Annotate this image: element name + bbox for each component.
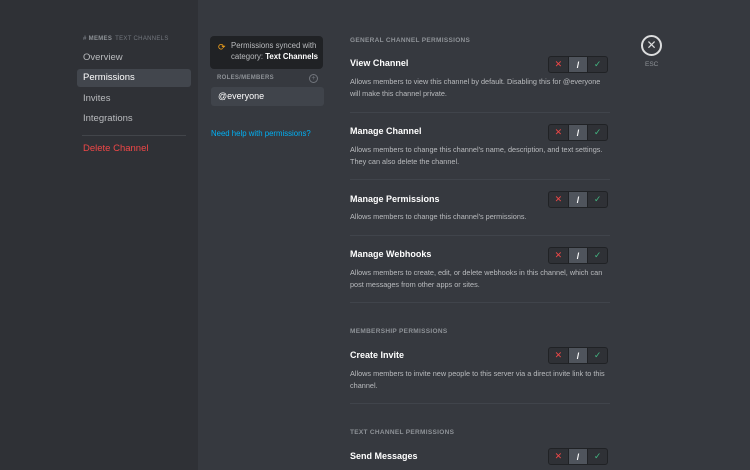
roles-header: ROLES/MEMBERS — [217, 75, 274, 81]
perm-toggle-manage-channel: ✕ / ✓ — [548, 124, 608, 141]
perm-name-manage-webhooks: Manage Webhooks — [350, 249, 432, 259]
sidebar-item-overview[interactable]: Overview — [77, 49, 191, 67]
hash-icon: # — [83, 36, 87, 42]
perm-desc-view-channel: Allows members to view this channel by d… — [350, 77, 601, 98]
channel-name: MEMES — [88, 36, 113, 42]
esc-label: ESC — [645, 61, 659, 68]
sidebar-item-delete-channel[interactable]: Delete Channel — [77, 140, 191, 158]
section-title-membership: MEMBERSHIP PERMISSIONS — [350, 328, 448, 335]
sync-category: Text Channels — [265, 51, 318, 61]
perm-toggle-view-channel: ✕ / ✓ — [548, 56, 608, 73]
neutral-icon[interactable]: / — [568, 57, 589, 72]
neutral-icon[interactable]: / — [568, 348, 589, 363]
sidebar-item-integrations[interactable]: Integrations — [77, 110, 191, 128]
perm-divider — [350, 403, 610, 404]
settings-sidebar: # MEMES TEXT CHANNELS Overview Permissions… — [0, 0, 198, 470]
perm-desc-manage-webhooks: Allows members to create, edit, or delet… — [350, 268, 603, 289]
deny-icon[interactable]: ✕ — [549, 449, 569, 464]
neutral-icon[interactable]: / — [568, 248, 589, 263]
perm-name-view-channel: View Channel — [350, 58, 409, 68]
neutral-icon[interactable]: / — [568, 449, 589, 464]
allow-icon[interactable]: ✓ — [588, 57, 607, 72]
allow-icon[interactable]: ✓ — [588, 125, 607, 140]
perm-name-manage-permissions: Manage Permissions — [350, 194, 440, 204]
deny-icon[interactable]: ✕ — [549, 348, 569, 363]
sidebar-divider — [82, 135, 186, 136]
channel-header: # MEMES TEXT CHANNELS — [83, 36, 169, 42]
perm-toggle-send-messages: ✕ / ✓ — [548, 448, 608, 465]
sync-icon: ⟳ — [218, 42, 226, 52]
channel-category: TEXT CHANNELS — [115, 36, 169, 42]
section-title-text-channel: TEXT CHANNEL PERMISSIONS — [350, 429, 455, 436]
allow-icon[interactable]: ✓ — [588, 449, 607, 464]
role-item-everyone[interactable]: @everyone — [211, 87, 324, 106]
perm-toggle-manage-webhooks: ✕ / ✓ — [548, 247, 608, 264]
perm-toggle-manage-permissions: ✕ / ✓ — [548, 191, 608, 208]
sync-notice: ⟳ Permissions synced with category: Text… — [210, 36, 323, 69]
perm-desc-manage-channel: Allows members to change this channel's … — [350, 145, 603, 166]
roles-panel: ⟳ Permissions synced with category: Text… — [198, 0, 338, 470]
perm-desc-manage-permissions: Allows members to change this channel's … — [350, 212, 527, 221]
deny-icon[interactable]: ✕ — [549, 192, 569, 207]
allow-icon[interactable]: ✓ — [588, 192, 607, 207]
perm-divider — [350, 235, 610, 236]
perm-desc-create-invite: Allows members to invite new people to t… — [350, 369, 605, 390]
perm-divider — [350, 179, 610, 180]
sidebar-item-invites[interactable]: Invites — [77, 90, 191, 108]
deny-icon[interactable]: ✕ — [549, 125, 569, 140]
perm-name-send-messages: Send Messages — [350, 451, 418, 461]
neutral-icon[interactable]: / — [568, 192, 589, 207]
perm-name-manage-channel: Manage Channel — [350, 126, 422, 136]
perm-divider — [350, 302, 610, 303]
allow-icon[interactable]: ✓ — [588, 248, 607, 263]
help-link[interactable]: Need help with permissions? — [211, 129, 311, 138]
sidebar-item-permissions[interactable]: Permissions — [77, 69, 191, 87]
close-button[interactable]: ✕ — [641, 35, 662, 56]
perm-name-create-invite: Create Invite — [350, 350, 405, 360]
add-role-icon[interactable]: + — [309, 74, 318, 83]
neutral-icon[interactable]: / — [568, 125, 589, 140]
perm-toggle-create-invite: ✕ / ✓ — [548, 347, 608, 364]
deny-icon[interactable]: ✕ — [549, 57, 569, 72]
perm-divider — [350, 112, 610, 113]
section-title-general: GENERAL CHANNEL PERMISSIONS — [350, 37, 471, 44]
deny-icon[interactable]: ✕ — [549, 248, 569, 263]
allow-icon[interactable]: ✓ — [588, 348, 607, 363]
